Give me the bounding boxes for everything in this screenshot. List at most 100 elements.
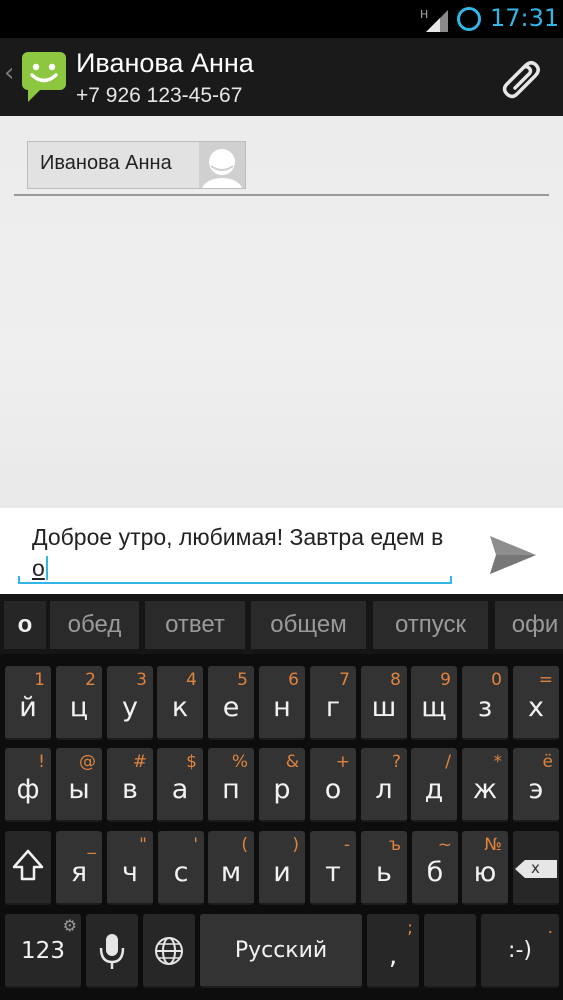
key-row1[interactable]: 1й bbox=[5, 666, 51, 740]
compose-area: Доброе утро, любимая! Завтра едем в о bbox=[0, 508, 563, 594]
key-alt-label: / bbox=[445, 752, 451, 772]
delete-key[interactable]: x bbox=[513, 831, 559, 905]
key-label: ы bbox=[68, 774, 90, 805]
key-row3[interactable]: _ я bbox=[56, 831, 102, 905]
space-key[interactable]: Русский bbox=[200, 914, 362, 988]
globe-icon bbox=[155, 937, 183, 965]
key-label: ж bbox=[472, 774, 498, 805]
key-label: й bbox=[19, 692, 37, 723]
comma-key[interactable]: , ; bbox=[367, 914, 419, 988]
key-alt-label: ~ bbox=[437, 835, 452, 855]
key-row1[interactable]: 9щ bbox=[411, 666, 457, 740]
key-label: с bbox=[173, 857, 189, 888]
key-alt-label: 8 bbox=[390, 670, 401, 690]
key-alt-label: ? bbox=[391, 752, 401, 772]
key-row1[interactable]: 0з bbox=[462, 666, 508, 740]
key-row2[interactable]: * ж bbox=[462, 748, 508, 822]
key-row3[interactable]: -т bbox=[310, 831, 356, 905]
suggestion-item[interactable]: общем bbox=[251, 601, 366, 649]
key-row2[interactable]: / д bbox=[411, 748, 457, 822]
key-alt-label: 0 bbox=[491, 670, 502, 690]
key-label: д bbox=[424, 774, 444, 805]
shift-arrow-icon bbox=[12, 849, 44, 881]
key-alt-label: $ bbox=[186, 752, 197, 772]
language-key[interactable] bbox=[143, 914, 195, 988]
suggestion-item[interactable]: обед bbox=[50, 601, 139, 649]
key-label: о bbox=[324, 774, 342, 805]
key-alt-label: * bbox=[493, 752, 503, 772]
key-row2[interactable]: & р bbox=[259, 748, 305, 822]
suggestion-typed[interactable]: о bbox=[4, 601, 46, 649]
key-alt-label: 3 bbox=[136, 670, 147, 690]
messaging-app-icon[interactable] bbox=[20, 48, 68, 104]
key-row2[interactable]: % п bbox=[208, 748, 254, 822]
action-bar: ‹ Иванова Анна +7 926 123-45-67 bbox=[0, 38, 563, 116]
key-label: н bbox=[273, 692, 291, 723]
key-row2[interactable]: @ ы bbox=[56, 748, 102, 822]
message-text: Доброе утро, любимая! Завтра едем в bbox=[32, 524, 444, 550]
key-label: р bbox=[273, 774, 291, 805]
key-row3[interactable]: " ч bbox=[107, 831, 153, 905]
shift-key[interactable] bbox=[5, 831, 51, 905]
key-alt-label: 4 bbox=[186, 670, 197, 690]
key-label: л bbox=[375, 774, 393, 805]
key-row2[interactable]: + о bbox=[310, 748, 356, 822]
keyboard: о обед ответ общем отпуск офи x 123 ⚙ Ру… bbox=[0, 594, 563, 1000]
key-row2[interactable]: $ а bbox=[157, 748, 203, 822]
message-input[interactable]: Доброе утро, любимая! Завтра едем в о bbox=[32, 522, 452, 584]
key-row1[interactable]: = х bbox=[513, 666, 559, 740]
key-label: а bbox=[171, 774, 189, 805]
microphone-key[interactable] bbox=[86, 914, 138, 988]
paperclip-attach-icon[interactable] bbox=[496, 54, 544, 102]
suggestion-item[interactable]: ответ bbox=[145, 601, 245, 649]
key-row1[interactable]: 4к bbox=[157, 666, 203, 740]
key-row3[interactable]: ) и bbox=[259, 831, 305, 905]
suggestion-item[interactable]: отпуск bbox=[373, 601, 488, 649]
recipient-chip[interactable]: Иванова Анна bbox=[27, 141, 246, 189]
smiley-key-label: :-) bbox=[508, 938, 532, 963]
key-alt-label: ё bbox=[542, 752, 553, 772]
key-alt-label: 2 bbox=[85, 670, 96, 690]
key-row1[interactable]: 3у bbox=[107, 666, 153, 740]
key-row1[interactable]: 8ш bbox=[361, 666, 407, 740]
key-label: ю bbox=[473, 857, 497, 888]
key-label: т bbox=[325, 857, 341, 888]
key-row2[interactable]: ? л bbox=[361, 748, 407, 822]
key-alt-label: № bbox=[484, 835, 502, 855]
key-row1[interactable]: 5е bbox=[208, 666, 254, 740]
period-key[interactable] bbox=[424, 914, 476, 988]
key-alt-label: " bbox=[139, 835, 147, 855]
key-alt-label: - bbox=[343, 835, 350, 855]
key-row3[interactable]: ъь bbox=[361, 831, 407, 905]
key-row1[interactable]: 2ц bbox=[56, 666, 102, 740]
space-key-label: Русский bbox=[234, 938, 328, 963]
key-row3[interactable]: № ю bbox=[462, 831, 508, 905]
smiley-key[interactable]: :-) . bbox=[481, 914, 559, 988]
back-chevron-icon[interactable]: ‹ bbox=[4, 58, 14, 88]
key-row3[interactable]: ~ б bbox=[412, 831, 458, 905]
text-caret bbox=[45, 556, 48, 580]
key-alt-label: & bbox=[285, 752, 299, 772]
numbers-key-label: 123 bbox=[21, 938, 65, 964]
key-alt-label: ) bbox=[292, 835, 299, 855]
key-label: я bbox=[70, 857, 88, 888]
delete-key-label: x bbox=[531, 859, 540, 877]
suggestion-item[interactable]: офи bbox=[495, 601, 563, 649]
key-alt-label: 9 bbox=[440, 670, 451, 690]
suggestion-bar: о обед ответ общем отпуск офи bbox=[0, 594, 563, 654]
key-row1[interactable]: 6н bbox=[259, 666, 305, 740]
send-arrow-icon[interactable] bbox=[488, 532, 538, 578]
key-label: ш bbox=[371, 692, 397, 723]
key-label: ц bbox=[69, 692, 89, 723]
key-row3[interactable]: (м bbox=[208, 831, 254, 905]
key-row3[interactable]: ' с bbox=[158, 831, 204, 905]
numbers-key[interactable]: 123 ⚙ bbox=[5, 914, 81, 988]
key-row1[interactable]: 7г bbox=[310, 666, 356, 740]
message-input-underline bbox=[18, 576, 452, 584]
key-row2[interactable]: # в bbox=[107, 748, 153, 822]
key-row2[interactable]: ёэ bbox=[513, 748, 559, 822]
key-alt-label: = bbox=[538, 670, 553, 690]
key-label: и bbox=[273, 857, 291, 888]
key-label: ф bbox=[16, 774, 40, 805]
key-row2[interactable]: ! ф bbox=[5, 748, 51, 822]
